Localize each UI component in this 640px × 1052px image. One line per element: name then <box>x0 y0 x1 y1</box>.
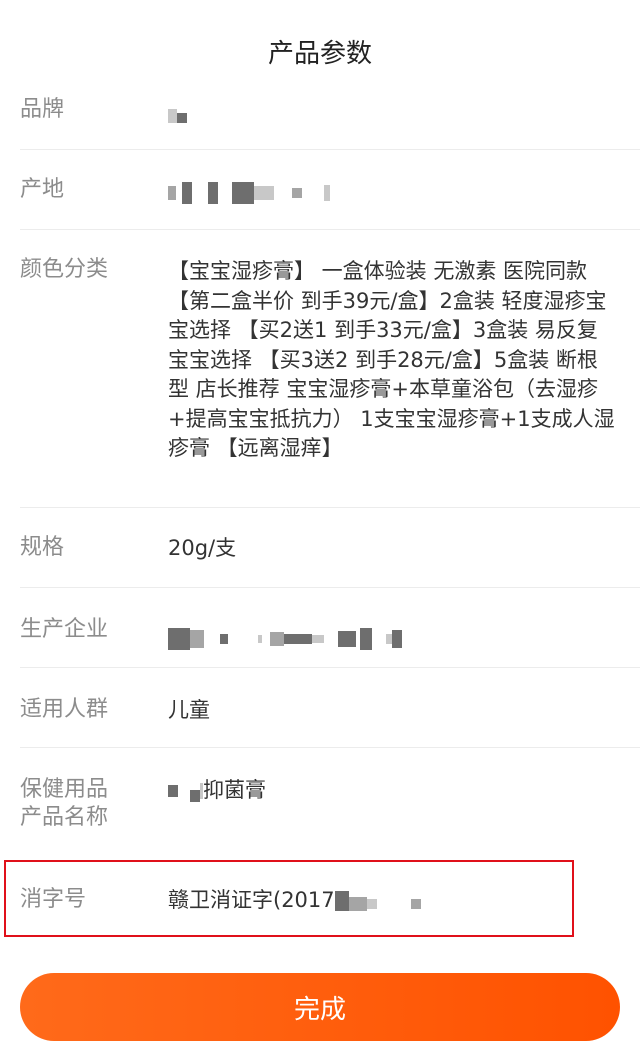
param-value: 【宝宝湿疹膏】 一盒体验装 无激素 医院同款 【第二盒半价 到手39元/盒】2盒… <box>168 259 615 460</box>
param-value: 20g/支 <box>168 536 237 560</box>
param-value-partially-redacted: 赣卫消证字(2017 <box>168 886 618 916</box>
param-value-redacted <box>168 96 618 126</box>
param-label: 保健用品产品名称 <box>20 777 109 830</box>
param-row-origin: 产地 <box>0 150 640 230</box>
param-row-spec: 规格 20g/支 <box>0 508 640 588</box>
param-row-disinfection-no: 消字号 赣卫消证字(2017 <box>0 860 640 937</box>
param-label: 适用人群 <box>20 697 109 722</box>
param-row-brand: 品牌 <box>0 82 640 150</box>
param-value-partially-redacted: 抑菌膏 <box>168 776 618 806</box>
param-label: 规格 <box>20 535 65 560</box>
param-label: 消字号 <box>20 887 87 912</box>
param-row-manufacturer: 生产企业 <box>0 588 640 668</box>
page-title: 产品参数 <box>267 39 372 69</box>
param-row-color-category: 颜色分类 【宝宝湿疹膏】 一盒体验装 无激素 医院同款 【第二盒半价 到手39元… <box>0 230 640 508</box>
param-label: 品牌 <box>20 97 65 122</box>
param-value-redacted <box>168 624 618 654</box>
param-row-target-group: 适用人群 儿童 <box>0 668 640 748</box>
value-visible-part: 抑菌膏 <box>203 778 266 802</box>
param-row-health-product-name: 保健用品产品名称 抑菌膏 <box>0 748 640 858</box>
param-value-redacted <box>168 178 618 208</box>
param-value: 儿童 <box>168 698 210 722</box>
param-label: 生产企业 <box>20 617 109 642</box>
done-button[interactable]: 完成 <box>20 973 620 1041</box>
value-visible-part: 赣卫消证字(2017 <box>168 888 335 912</box>
param-label: 产地 <box>20 177 65 202</box>
param-label: 颜色分类 <box>20 257 109 282</box>
